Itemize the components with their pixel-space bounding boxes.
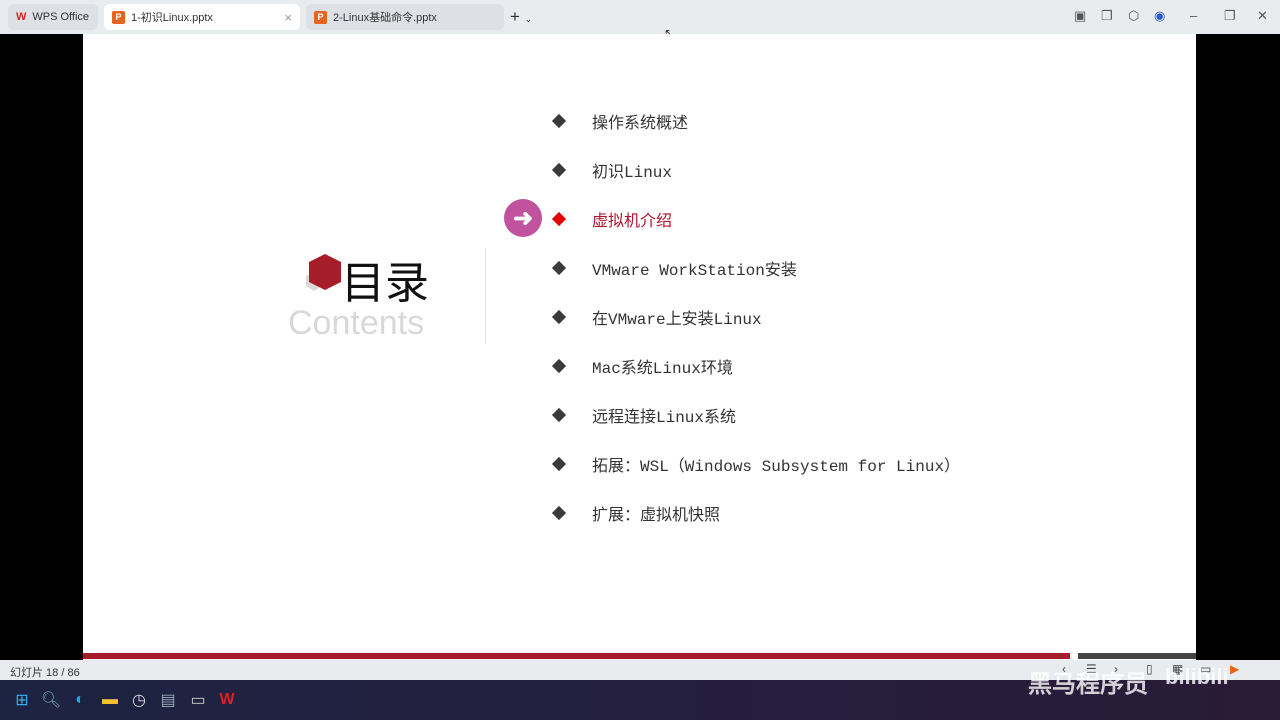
- bilibili-logo: bilibili: [1165, 664, 1229, 689]
- wps-icon[interactable]: W: [217, 690, 237, 710]
- clock-icon[interactable]: ◷: [129, 690, 149, 710]
- tab-wps-office[interactable]: W WPS Office: [8, 4, 98, 30]
- minimize-button[interactable]: –: [1190, 8, 1197, 23]
- diamond-bullet-icon: [551, 260, 567, 276]
- toc-item-label: 在VMware上安装Linux: [592, 311, 762, 329]
- tab-label: 2-Linux基础命令.pptx: [333, 12, 437, 24]
- app-logo-icon[interactable]: ◉: [1154, 8, 1165, 24]
- slideshow-icon[interactable]: ▶: [1230, 662, 1239, 676]
- diamond-bullet-icon: [551, 211, 567, 227]
- toc-item-label: 虚拟机介绍: [592, 213, 673, 231]
- tab-document-1[interactable]: P 1-初识Linux.pptx ×: [104, 4, 300, 30]
- file-explorer-icon[interactable]: ▬: [100, 690, 120, 710]
- toc-item-label: 操作系统概述: [592, 115, 689, 133]
- watermark-text: 黑马程序员: [1028, 671, 1148, 698]
- close-button[interactable]: ✕: [1257, 8, 1268, 24]
- tab-label: 1-初识Linux.pptx: [131, 12, 213, 24]
- toc-item-label: 扩展：虚拟机快照: [592, 507, 721, 525]
- toc-item: 操作系统概述: [549, 109, 688, 133]
- hexagon-logo-icon: [306, 254, 341, 291]
- terminal-icon[interactable]: ▭: [188, 690, 208, 710]
- toc-item-active: 虚拟机介绍: [549, 207, 672, 231]
- diamond-bullet-icon: [551, 407, 567, 423]
- screenshot-icon[interactable]: ▣: [1074, 8, 1086, 24]
- toc-item: 扩展：虚拟机快照: [549, 501, 720, 525]
- toc-item: 在VMware上安装Linux: [549, 305, 762, 329]
- toc-item-label: VMware WorkStation安装: [592, 262, 797, 280]
- new-tab-button[interactable]: + ⌄: [510, 7, 532, 27]
- tab-document-2[interactable]: P 2-Linux基础命令.pptx: [306, 4, 504, 30]
- cube-icon[interactable]: ⬡: [1128, 8, 1139, 24]
- slide-counter: 幻灯片 18 / 86: [10, 667, 80, 679]
- pptx-icon: P: [314, 10, 327, 24]
- diamond-bullet-icon: [551, 162, 567, 178]
- slide-canvas: 目录 Contents ➜ 操作系统概述 初识Linux 虚拟机介绍 VMwar…: [83, 34, 1196, 660]
- toc-item-label: 初识Linux: [592, 164, 673, 182]
- divider: [485, 248, 486, 344]
- slide-title: 目录: [341, 259, 429, 308]
- toc-item: 拓展：WSL（Windows Subsystem for Linux）: [549, 452, 960, 476]
- diamond-bullet-icon: [551, 309, 567, 325]
- wps-logo-icon: W: [16, 11, 27, 23]
- close-tab-icon[interactable]: ×: [284, 10, 292, 25]
- diamond-bullet-icon: [551, 113, 567, 129]
- windows-start-icon[interactable]: ⊞: [12, 690, 32, 710]
- window-icon[interactable]: ❐: [1101, 8, 1113, 24]
- slide-subtitle: Contents: [288, 304, 425, 342]
- diamond-bullet-icon: [551, 505, 567, 521]
- footer-gray-bar: [1078, 653, 1196, 659]
- tab-label: WPS Office: [32, 11, 90, 23]
- diamond-bullet-icon: [551, 456, 567, 472]
- arrow-right-icon: ➜: [504, 199, 542, 237]
- toc-item: 远程连接Linux系统: [549, 403, 736, 427]
- toc-item-label: 拓展：WSL（Windows Subsystem for Linux）: [592, 458, 961, 476]
- title-bar: W WPS Office P 1-初识Linux.pptx × P 2-Linux基础命…: [0, 0, 1280, 34]
- edge-icon[interactable]: ◐: [70, 690, 90, 710]
- footer-accent-bar: [83, 653, 1070, 659]
- toc-item: 初识Linux: [549, 158, 672, 182]
- search-icon[interactable]: 🔍︎: [41, 690, 61, 710]
- diamond-bullet-icon: [551, 358, 567, 374]
- toc-item-label: Mac系统Linux环境: [592, 360, 733, 378]
- calculator-icon[interactable]: ▤: [158, 690, 178, 710]
- restore-button[interactable]: ❐: [1224, 8, 1236, 24]
- toc-item-label: 远程连接Linux系统: [592, 409, 737, 427]
- toc-item: Mac系统Linux环境: [549, 354, 733, 378]
- toc-item: VMware WorkStation安装: [549, 256, 797, 280]
- pptx-icon: P: [112, 10, 125, 24]
